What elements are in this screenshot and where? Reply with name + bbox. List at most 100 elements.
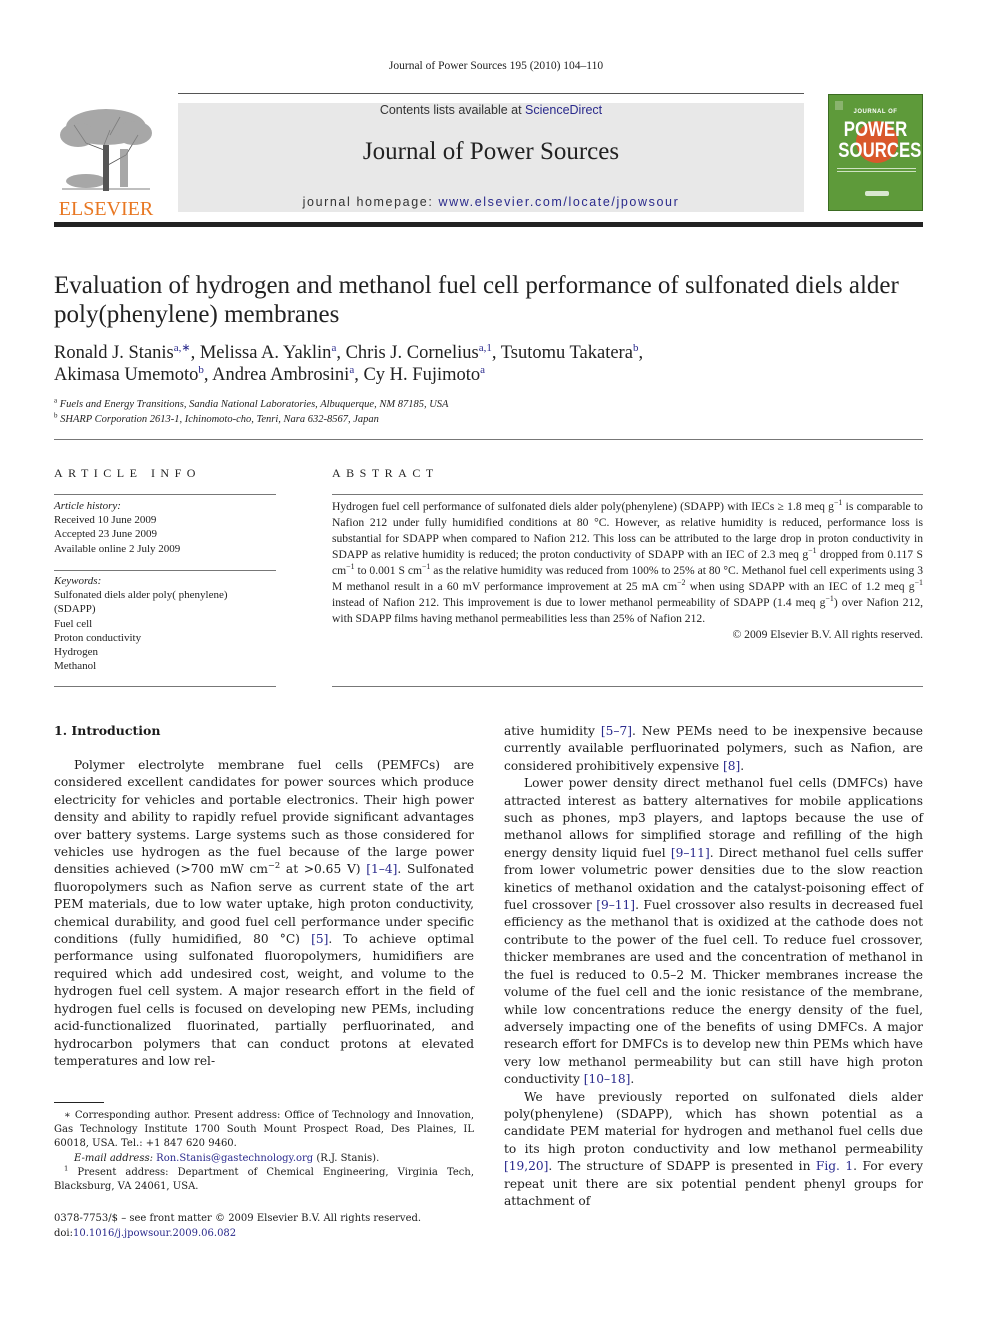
citation-link[interactable]: [8] [723, 759, 740, 773]
text-run: Polymer electrolyte membrane fuel cells … [54, 758, 474, 877]
text-run: We have previously reported on sulfonate… [504, 1089, 923, 1156]
footnote-rule [54, 1102, 104, 1103]
keyword-item: Hydrogen [54, 646, 98, 659]
affiliation-text: SHARP Corporation 2613-1, Ichinomoto-cho… [57, 414, 379, 425]
body-column-left: Polymer electrolyte membrane fuel cells … [54, 757, 474, 1070]
keyword-item: Fuel cell [54, 617, 93, 630]
keyword-item: Proton conductivity [54, 631, 142, 644]
text-run: . The structure of SDAPP is presented in [548, 1159, 816, 1174]
abstract-copyright: © 2009 Elsevier B.V. All rights reserved… [732, 628, 923, 641]
affiliation-item: b SHARP Corporation 2613-1, Ichinomoto-c… [54, 412, 924, 427]
cover-title: POWER SOURCES [838, 118, 922, 162]
author-name[interactable]: Cy H. Fujimoto [363, 365, 480, 385]
author-separator: , [638, 343, 644, 363]
abstract-superscript: −2 [677, 578, 686, 588]
elsevier-tree-icon [60, 109, 152, 192]
contents-line: Contents lists available at ScienceDirec… [178, 103, 804, 117]
affiliations: a Fuels and Energy Transitions, Sandia N… [54, 397, 924, 427]
keywords: Keywords: Sulfonated diels alder poly( p… [54, 574, 276, 673]
history-label: Article history: [54, 500, 121, 512]
citation-link[interactable]: Fig. 1 [816, 1159, 853, 1173]
cover-logo-icon [865, 191, 889, 196]
footnote-corresponding: ∗ Corresponding author. Present address:… [54, 1110, 474, 1150]
history-online: Available online 2 July 2009 [54, 542, 181, 555]
text-run: . [740, 758, 745, 773]
section-heading-introduction: 1. Introduction [54, 723, 161, 738]
email-label: E-mail address: [74, 1152, 157, 1164]
author-list: Ronald J. Stanisa,∗, Melissa A. Yaklin a,… [54, 342, 924, 386]
text-run: at >0.65 V) [280, 862, 367, 877]
author-separator: , [203, 365, 213, 385]
affiliation-item: a Fuels and Energy Transitions, Sandia N… [54, 397, 924, 412]
keyword-item: Sulfonated diels alder poly( phenylene) [54, 589, 228, 602]
author-affiliation-mark[interactable]: a,1 [479, 342, 492, 354]
email-link[interactable]: Ron.Stanis@gastechnology.org [156, 1153, 313, 1164]
abstract-heading: ABSTRACT [332, 466, 439, 480]
author-affiliation-mark[interactable]: a [480, 364, 485, 376]
article-history: Article history: Received 10 June 2009 A… [54, 499, 276, 556]
citation-link[interactable]: [19,20] [504, 1159, 548, 1173]
author-name[interactable]: Melissa A. Yaklin [200, 343, 332, 363]
divider [54, 686, 276, 687]
citation-link[interactable]: [10–18] [584, 1072, 631, 1086]
footnote-email: E-mail address: Ron.Stanis@gastechnology… [54, 1152, 474, 1166]
abstract-superscript: −1 [914, 578, 923, 588]
history-received: Received 10 June 2009 [54, 514, 157, 527]
author-affiliation-mark[interactable]: a,∗ [174, 342, 191, 354]
body-paragraph: ative humidity [5–7]. New PEMs need to b… [504, 723, 923, 775]
abstract-text-run: to 0.001 S cm [354, 564, 422, 577]
journal-homepage-link[interactable]: www.elsevier.com/locate/jpowsour [438, 195, 679, 209]
cover-power: POWER [843, 118, 908, 141]
citation-link[interactable]: [5] [311, 932, 328, 946]
email-suffix: (R.J. Stanis). [313, 1152, 380, 1164]
abstract-text-run: when using SDAPP with an IEC of 1.2 meq … [685, 580, 915, 593]
article-title: Evaluation of hydrogen and methanol fuel… [54, 272, 899, 328]
superscript: −2 [267, 860, 281, 871]
contents-prefix: Contents lists available at [379, 103, 526, 117]
doi-label: doi: [54, 1228, 73, 1239]
divider [54, 494, 276, 495]
abstract-superscript: −1 [825, 594, 834, 604]
cover-sources: SOURCES [838, 139, 922, 162]
author-name[interactable]: Ronald J. Stanis [54, 343, 174, 363]
issn-line: 0378-7753/$ – see front matter © 2009 El… [54, 1213, 422, 1224]
keyword-item: (SDAPP) [54, 603, 96, 616]
elsevier-wordmark: ELSEVIER [58, 198, 154, 220]
abstract-superscript: −1 [346, 562, 355, 572]
top-rule [178, 93, 804, 94]
front-matter: 0378-7753/$ – see front matter © 2009 El… [54, 1211, 474, 1241]
keywords-label: Keywords: [54, 575, 102, 587]
body-paragraph: Polymer electrolyte membrane fuel cells … [54, 757, 474, 1070]
author-name[interactable]: Akimasa Umemoto [54, 365, 198, 385]
footnote-1: 1 Present address: Department of Chemica… [54, 1165, 474, 1194]
homepage-prefix: journal homepage: [302, 195, 439, 209]
doi-line: doi:10.1016/j.jpowsour.2009.06.082 [54, 1226, 474, 1241]
masthead-rule [54, 222, 923, 227]
abstract-text-run: instead of Nafion 212. This improvement … [332, 596, 826, 609]
body-paragraph: Lower power density direct methanol fuel… [504, 775, 923, 1088]
cover-subtitle-lines [837, 168, 916, 169]
divider [332, 494, 923, 495]
citation-link[interactable]: [1–4] [366, 862, 397, 876]
citation-link[interactable]: [5–7] [601, 724, 632, 738]
article-info-heading: ARTICLE INFO [54, 466, 201, 480]
text-run: . Fuel crossover also results in decreas… [504, 898, 924, 1087]
divider [332, 686, 923, 687]
author-separator: , [336, 343, 346, 363]
citation-link[interactable]: [9–11] [671, 846, 710, 860]
author-name[interactable]: Andrea Ambrosini [212, 365, 349, 385]
sciencedirect-link[interactable]: ScienceDirect [525, 103, 602, 117]
citation-link[interactable]: [9–11] [596, 898, 635, 912]
elsevier-logo[interactable]: ELSEVIER [54, 105, 158, 220]
doi-link[interactable]: 10.1016/j.jpowsour.2009.06.082 [73, 1228, 236, 1239]
divider [54, 570, 276, 571]
text-run: . To achieve optimal performance using s… [54, 932, 475, 1068]
footnote-1-text: Present address: Department of Chemical … [54, 1166, 474, 1193]
abstract-body: Hydrogen fuel cell performance of sulfon… [332, 499, 923, 643]
author-name[interactable]: Tsutomu Takatera [501, 343, 633, 363]
footnotes: ∗ Corresponding author. Present address:… [54, 1109, 474, 1194]
abstract-text-run: Hydrogen fuel cell performance of sulfon… [332, 500, 834, 513]
journal-cover-image[interactable]: JOURNAL OF POWER SOURCES [828, 94, 923, 211]
author-name[interactable]: Chris J. Cornelius [346, 343, 479, 363]
body-column-right: ative humidity [5–7]. New PEMs need to b… [504, 723, 923, 1210]
